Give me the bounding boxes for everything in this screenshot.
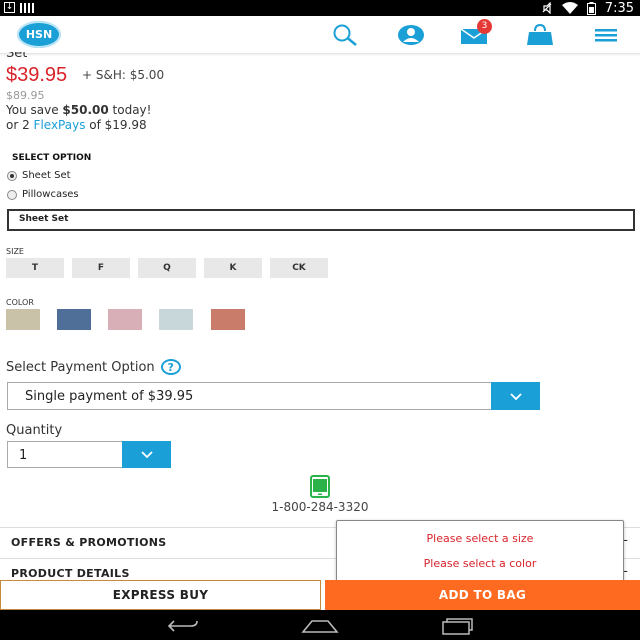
payment-label-text: Select Payment Option [6,359,155,375]
color-swatch[interactable] [6,309,40,330]
chevron-down-icon[interactable] [491,382,540,410]
payment-select-value: Single payment of $39.95 [25,389,194,404]
color-label: COLOR [6,298,34,307]
product-details-title: PRODUCT DETAILS [11,567,130,580]
radio-unselected-icon[interactable] [7,189,17,200]
option-pillowcases[interactable]: Pillowcases [7,189,79,200]
radio-selected-icon[interactable] [7,170,17,181]
bag-icon[interactable] [524,20,556,50]
savings-suffix: today! [108,103,152,117]
offers-promotions-title: OFFERS & PROMOTIONS [11,536,167,549]
account-icon[interactable] [395,20,427,50]
recent-apps-icon[interactable] [437,616,477,636]
mail-badge: 3 [477,19,492,34]
status-bar: ↓ 7:35 [0,0,640,16]
flexpay-link[interactable]: FlexPays [34,118,86,132]
validation-popup: Please select a size Please select a col… [336,520,624,588]
savings-amount: $50.00 [62,103,109,117]
shipping-handling: + S&H: $5.00 [82,68,165,82]
express-buy-button[interactable]: EXPRESS BUY [0,580,321,610]
color-swatch[interactable] [108,309,142,330]
size-button-ck[interactable]: CK [270,258,328,278]
flexpay-text: or 2 FlexPays of $19.98 [6,118,147,132]
battery-icon [586,1,596,15]
size-button-f[interactable]: F [72,258,130,278]
wifi-icon [561,2,578,14]
product-title: Set [6,52,27,58]
search-icon[interactable] [329,20,361,50]
phone-number[interactable]: 1-800-284-3320 [0,500,640,514]
size-label: SIZE [6,247,24,256]
quantity-select[interactable]: 1 [7,441,171,468]
hsn-logo[interactable]: HSN [17,21,61,48]
color-swatch[interactable] [159,309,193,330]
option-label: Pillowcases [22,189,79,200]
menu-icon[interactable] [590,20,622,50]
size-button-k[interactable]: K [204,258,262,278]
back-icon[interactable] [163,616,203,636]
app-header: HSN 3 [0,16,640,54]
savings-prefix: You save [6,103,63,117]
phone-icon[interactable] [309,475,331,502]
help-icon[interactable]: ? [160,359,181,375]
quantity-label: Quantity [6,423,63,438]
clock: 7:35 [604,0,634,16]
size-error-message: Please select a size [426,532,534,545]
flexpay-prefix: or 2 [6,118,34,132]
system-nav-bar [0,610,640,640]
color-swatch[interactable] [211,309,245,330]
collapse-icon[interactable]: - [623,564,628,579]
quantity-select-value: 1 [19,448,28,463]
option-label: Sheet Set [22,170,71,181]
size-button-t[interactable]: T [6,258,64,278]
chevron-down-icon[interactable] [122,441,171,468]
selected-option-display: Sheet Set [7,209,635,231]
collapse-icon[interactable]: - [623,533,628,548]
home-icon[interactable] [300,616,340,636]
payment-select[interactable]: Single payment of $39.95 [7,382,540,410]
savings-text: You save $50.00 today! [6,103,151,117]
color-error-message: Please select a color [423,557,537,570]
color-swatch[interactable] [57,309,91,330]
mute-icon [542,2,552,14]
payment-option-label: Select Payment Option ? [6,359,181,375]
size-button-q[interactable]: Q [138,258,196,278]
download-icon: ↓ [4,2,15,13]
flexpay-suffix: of $19.98 [85,118,147,132]
price: $39.95 [6,64,68,86]
signal-bars-icon [20,2,34,13]
add-to-bag-button[interactable]: ADD TO BAG [325,580,640,610]
original-price: $89.95 [6,89,45,102]
select-option-label: SELECT OPTION [12,153,92,163]
option-sheet-set[interactable]: Sheet Set [7,170,71,181]
mail-icon[interactable]: 3 [459,19,492,50]
